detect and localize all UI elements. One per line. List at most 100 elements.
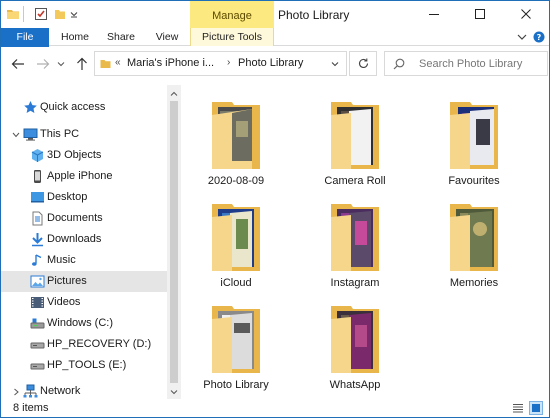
folder-tile[interactable]: WhatsApp [305, 297, 405, 397]
videos-icon [31, 297, 44, 308]
folder-name: 2020-08-09 [207, 175, 265, 187]
folder-icon [331, 306, 379, 373]
expanded-chevron-icon[interactable] [12, 131, 20, 139]
tab-file[interactable]: File [1, 28, 49, 47]
folder-name: Instagram [330, 277, 380, 289]
music-icon [32, 254, 42, 266]
scrollbar-thumb[interactable] [170, 101, 178, 383]
sidebar-item-this-pc[interactable]: This PC [1, 124, 167, 145]
breadcrumb-current[interactable]: Photo Library [238, 57, 303, 69]
address-bar[interactable]: « Maria's iPhone i... › Photo Library [94, 51, 347, 76]
sidebar-item-documents[interactable]: Documents [1, 208, 167, 229]
scroll-down-button[interactable] [169, 387, 179, 397]
sidebar-item-quick-access[interactable]: Quick access [1, 97, 167, 118]
cube-icon [31, 149, 44, 162]
ribbon-tabs: File Home Share View Picture Tools ? [1, 28, 549, 47]
tab-picture-tools[interactable]: Picture Tools [190, 28, 274, 46]
folder-view: 2020-08-09 Camera Roll Favourites iCloud… [181, 85, 549, 399]
sidebar-item-music[interactable]: Music [1, 250, 167, 271]
help-icon[interactable]: ? [533, 31, 545, 43]
up-arrow-icon [77, 57, 87, 70]
status-bar: 8 items [1, 399, 549, 417]
large-icons-view-icon [532, 404, 540, 412]
close-icon [520, 9, 531, 19]
folder-tile[interactable]: Memories [424, 195, 524, 295]
properties-icon[interactable] [34, 7, 48, 21]
scroll-up-button[interactable] [169, 89, 179, 99]
tab-share[interactable]: Share [105, 28, 137, 46]
quick-access-separator [23, 6, 24, 22]
refresh-button[interactable] [349, 51, 377, 76]
sidebar-item-apple-iphone[interactable]: Apple iPhone [1, 166, 167, 187]
close-button[interactable] [503, 1, 549, 28]
folder-name: Memories [449, 277, 499, 289]
sidebar-item-label: Apple iPhone [47, 170, 113, 182]
sidebar-item-hp-tools-e[interactable]: HP_TOOLS (E:) [1, 355, 167, 376]
maximize-icon [474, 9, 485, 19]
large-icons-view-button[interactable] [529, 401, 543, 415]
folder-name: WhatsApp [329, 379, 381, 391]
collapsed-chevron-icon[interactable] [12, 388, 20, 396]
folder-tile[interactable]: Instagram [305, 195, 405, 295]
expand-ribbon-icon[interactable] [516, 31, 528, 43]
customize-quick-access-icon[interactable] [69, 7, 79, 21]
breadcrumb-overflow[interactable]: « [115, 57, 121, 68]
folder-tile[interactable]: iCloud [186, 195, 286, 295]
sidebar-item-pictures[interactable]: Pictures [1, 271, 167, 292]
sidebar-item-label: Documents [47, 212, 103, 224]
search-placeholder: Search Photo Library [419, 58, 523, 70]
folder-icon [100, 60, 111, 68]
sidebar-item-videos[interactable]: Videos [1, 292, 167, 313]
sidebar-item-label: Windows (C:) [47, 317, 114, 329]
details-view-button[interactable] [511, 401, 525, 415]
navigation-pane: Quick access This PC 3D Objects Apple iP [1, 85, 181, 399]
folder-icon [212, 102, 260, 169]
folder-tile[interactable]: Photo Library [186, 297, 286, 397]
folder-name: Favourites [448, 175, 500, 187]
sidebar-item-desktop[interactable]: Desktop [1, 187, 167, 208]
tab-view[interactable]: View [151, 28, 183, 46]
tab-home[interactable]: Home [59, 28, 91, 46]
sidebar-item-hp-recovery-d[interactable]: HP_RECOVERY (D:) [1, 334, 167, 355]
title-bar: Manage Photo Library [1, 1, 549, 28]
folder-icon [212, 204, 260, 271]
sidebar-item-label: Downloads [47, 233, 102, 245]
forward-arrow-icon [37, 59, 50, 69]
sidebar-item-3d-objects[interactable]: 3D Objects [1, 145, 167, 166]
phone-icon [34, 170, 41, 183]
breadcrumb-device[interactable]: Maria's iPhone i... [127, 57, 214, 69]
folder-icon [450, 204, 498, 271]
folder-name: iCloud [220, 277, 252, 289]
explorer-window: Manage Photo Library File Home Share Vie… [0, 0, 550, 418]
sidebar-item-windows-c[interactable]: Windows (C:) [1, 313, 167, 334]
search-box[interactable]: Search Photo Library [384, 51, 548, 76]
folder-icon [331, 204, 379, 271]
star-icon [24, 101, 37, 113]
document-icon [32, 211, 43, 226]
tab-manage[interactable]: Manage [190, 1, 274, 28]
sidebar-item-downloads[interactable]: Downloads [1, 229, 167, 250]
forward-button[interactable] [35, 56, 51, 72]
recent-locations-button[interactable] [56, 56, 66, 72]
back-button[interactable] [10, 56, 26, 72]
new-folder-icon[interactable] [53, 7, 67, 21]
breadcrumb-separator[interactable]: › [227, 57, 230, 68]
folder-tile[interactable]: Favourites [424, 93, 524, 193]
scroll-up-icon [170, 91, 178, 96]
folder-name: Photo Library [203, 379, 269, 391]
folder-tile[interactable]: Camera Roll [305, 93, 405, 193]
folder-tile[interactable]: 2020-08-09 [186, 93, 286, 193]
sidebar-item-label: HP_RECOVERY (D:) [47, 338, 152, 350]
address-dropdown-icon[interactable] [329, 58, 341, 70]
chevron-down-icon [57, 62, 65, 67]
sidebar-item-label: This PC [40, 128, 80, 140]
sidebar-item-label: Network [40, 385, 81, 397]
folder-icon[interactable] [6, 7, 20, 21]
up-button[interactable] [74, 56, 90, 72]
maximize-button[interactable] [457, 1, 503, 28]
search-icon [393, 58, 405, 70]
pictures-icon [30, 275, 45, 288]
desktop-icon [31, 192, 44, 203]
minimize-icon [428, 14, 439, 15]
minimize-button[interactable] [411, 1, 457, 28]
